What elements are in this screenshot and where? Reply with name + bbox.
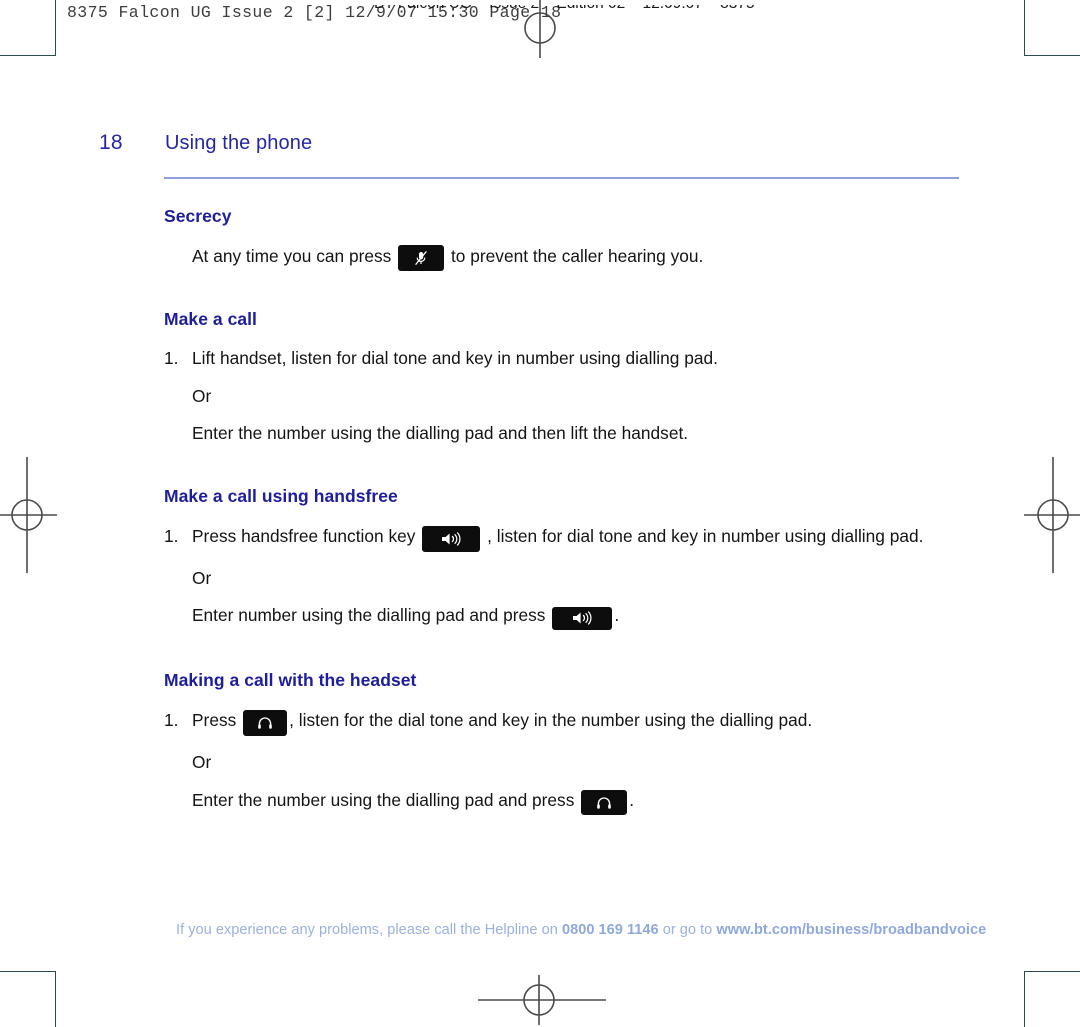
page-folio-number: 18 <box>99 131 123 154</box>
page-running-title: Using the phone <box>165 132 313 154</box>
or-text: Or <box>192 751 212 772</box>
footer-middle-text: or go to <box>658 922 717 938</box>
paragraph-make-call-alt: Enter the number using the dialling pad … <box>164 423 964 445</box>
headset-icon <box>597 796 612 809</box>
paragraph-handsfree-step1: 1. Press handsfree function key , listen… <box>164 525 964 552</box>
paragraph-headset-step1: 1. Press , listen for the dial tone and … <box>164 709 964 736</box>
text-after-key: , listen for dial tone and key in number… <box>487 525 924 546</box>
text-after-key: , listen for the dial tone and key in th… <box>289 709 813 730</box>
headset-key-icon <box>581 790 628 816</box>
list-number: 1. <box>164 348 179 368</box>
mute-microphone-icon <box>415 250 428 266</box>
list-number: 1. <box>164 525 179 546</box>
paragraph-secrecy-1: At any time you can press to prevent the… <box>164 245 964 271</box>
or-text: Or <box>192 567 212 588</box>
handsfree-key-icon <box>552 606 613 630</box>
footer-helpline-number: 0800 169 1146 <box>561 922 659 938</box>
page-footer: If you experience any problems, please c… <box>176 922 986 938</box>
section-heading-handsfree: Make a call using handsfree <box>164 485 398 506</box>
alt-text: Enter the number using the dialling pad … <box>192 423 689 444</box>
page-body: Secrecy At any time you can press to pre… <box>164 196 964 816</box>
or-text: Or <box>192 385 212 406</box>
paragraph-make-call-step1: 1. Lift handset, listen for dial tone an… <box>164 348 964 370</box>
headset-key-icon <box>243 709 288 736</box>
text-before-key: Press <box>192 709 237 730</box>
secrecy-key-icon <box>398 245 445 271</box>
section-heading-headset: Making a call with the headset <box>164 669 417 690</box>
text-after-key: . <box>629 789 635 810</box>
speaker-handsfree-icon <box>442 531 461 546</box>
list-text: Lift handset, listen for dial tone and k… <box>192 348 718 368</box>
text-after-key: . <box>614 605 620 626</box>
speaker-handsfree-icon <box>573 611 592 626</box>
paragraph-handsfree-or: Or <box>164 568 964 590</box>
section-heading-make-a-call: Make a call <box>164 309 257 329</box>
header-rule <box>164 177 959 179</box>
paragraph-headset-or: Or <box>164 752 964 774</box>
footer-lead-text: If you experience any problems, please c… <box>176 922 562 938</box>
paragraph-handsfree-alt: Enter number using the dialling pad and … <box>164 605 964 630</box>
footer-url[interactable]: www.bt.com/business/broadbandvoice <box>716 922 986 938</box>
paragraph-headset-alt: Enter the number using the dialling pad … <box>164 790 964 816</box>
text-before-key: At any time you can press <box>192 246 392 266</box>
section-heading-secrecy: Secrecy <box>164 206 232 226</box>
headset-icon <box>258 717 272 729</box>
manual-page: 18 Using the phone Secrecy At any time y… <box>0 0 1080 1027</box>
text-before-key: Enter number using the dialling pad and … <box>192 605 546 626</box>
text-after-key: to prevent the caller hearing you. <box>450 246 704 266</box>
list-number: 1. <box>164 709 179 730</box>
text-before-key: Enter the number using the dialling pad … <box>192 789 575 810</box>
handsfree-key-icon <box>422 525 481 552</box>
paragraph-make-call-or: Or <box>164 386 964 408</box>
text-before-key: Press handsfree function key <box>192 525 416 546</box>
